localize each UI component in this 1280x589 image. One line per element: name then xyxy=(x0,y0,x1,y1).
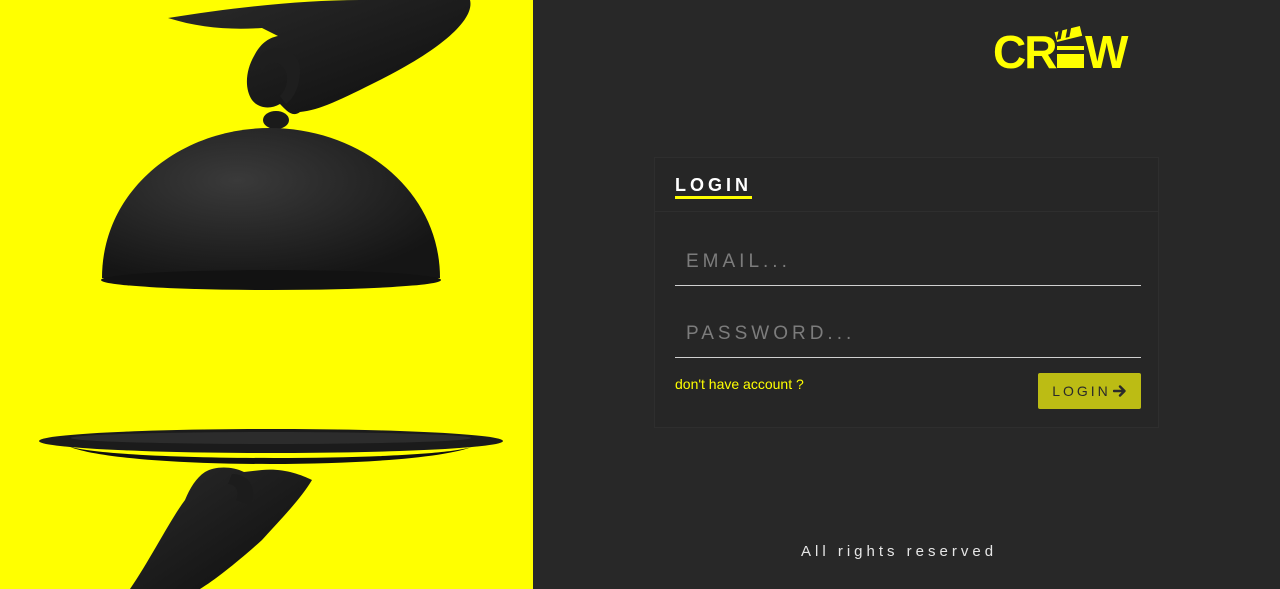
login-panel: CR W LOGIN don't have account ? LOGIN xyxy=(533,0,1280,589)
login-button-label: LOGIN xyxy=(1052,383,1111,399)
footer-copyright: All rights reserved xyxy=(801,543,998,560)
arrow-right-icon xyxy=(1112,385,1127,397)
password-field xyxy=(675,310,1141,358)
email-field xyxy=(675,238,1141,286)
signup-link[interactable]: don't have account ? xyxy=(675,376,804,392)
crew-logo: CR W xyxy=(993,26,1131,74)
login-title: LOGIN xyxy=(675,175,752,199)
svg-text:CR: CR xyxy=(993,26,1057,74)
password-input[interactable] xyxy=(675,310,1141,357)
dome-shape xyxy=(102,128,440,278)
login-card-header: LOGIN xyxy=(655,158,1158,212)
dome-knob xyxy=(263,111,289,129)
dome-rim xyxy=(101,270,441,290)
email-input[interactable] xyxy=(675,238,1141,285)
bottom-hand-shape xyxy=(130,467,312,589)
tray-inner xyxy=(71,432,471,444)
hero-illustration-panel xyxy=(0,0,533,589)
cloche-illustration xyxy=(39,0,503,589)
top-hand-shape xyxy=(168,0,471,115)
login-button[interactable]: LOGIN xyxy=(1038,373,1141,409)
svg-text:W: W xyxy=(1085,26,1129,74)
login-card: LOGIN don't have account ? LOGIN xyxy=(654,157,1159,428)
